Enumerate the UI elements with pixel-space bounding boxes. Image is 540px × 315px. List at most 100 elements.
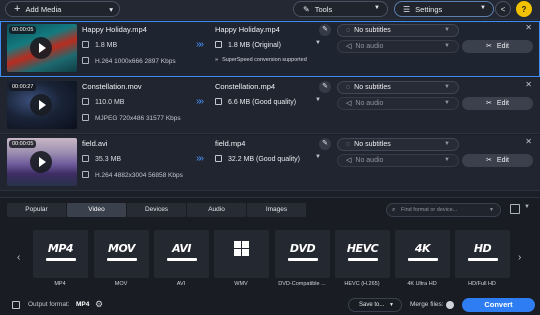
video-icon xyxy=(82,171,89,178)
scissors-icon: ✂ xyxy=(486,100,492,107)
output-size-select[interactable]: 1.8 MB (Original) ▼ xyxy=(215,40,321,49)
convert-button[interactable]: Convert xyxy=(462,298,535,312)
output-format-label: Output format: xyxy=(28,301,70,308)
settings-button[interactable]: ☰ Settings ▼ xyxy=(394,1,494,17)
close-icon[interactable]: ✕ xyxy=(525,80,532,89)
format-tile-wmv[interactable] xyxy=(214,230,269,278)
file-meta: H.264 4882x3004 56858 Kbps xyxy=(82,171,183,179)
merge-files-toggle[interactable] xyxy=(446,301,454,309)
tools-button[interactable]: ✎ Tools ▼ xyxy=(293,1,388,17)
audio-icon: ◁ xyxy=(346,43,352,50)
play-icon[interactable] xyxy=(30,94,52,116)
edit-button[interactable]: ✂ Edit xyxy=(462,97,533,110)
chevron-down-icon: ▼ xyxy=(489,207,494,213)
output-size-select[interactable]: 6.6 MB (Good quality) ▼ xyxy=(215,97,321,106)
format-tile-mp4[interactable]: MP4 xyxy=(33,230,88,278)
subtitles-icon: ◌ xyxy=(346,27,351,34)
tab-video[interactable]: Video xyxy=(67,203,126,217)
subtitles-select[interactable]: ◌ No subtitles ▼ xyxy=(337,138,459,151)
mov-logo-icon: MOV xyxy=(108,242,135,255)
save-to-button[interactable]: Save to... ▼ xyxy=(348,298,402,312)
close-icon[interactable]: ✕ xyxy=(525,137,532,146)
audio-select[interactable]: ◁ No audio ▼ xyxy=(337,154,459,167)
avi-logo-icon: AVI xyxy=(172,242,191,255)
arrows-icon: »» xyxy=(196,153,204,164)
file-name: field.avi xyxy=(82,139,108,148)
tab-images[interactable]: Images xyxy=(247,203,306,217)
format-tile-avi[interactable]: AVI xyxy=(154,230,209,278)
footer-bar: Output format: MP4 ⚙ Save to... ▼ Merge … xyxy=(0,297,540,315)
output-size-select[interactable]: 32.2 MB (Good quality) ▼ xyxy=(215,154,321,163)
file-name: Constellation.mov xyxy=(82,82,142,91)
pencil-icon[interactable]: ✎ xyxy=(319,24,331,36)
top-toolbar: + Add Media ▾ ✎ Tools ▼ ☰ Settings ▼ < ? xyxy=(0,0,540,20)
file-row[interactable]: 00:00:05 Happy Holiday.mp4 1.8 MB H.264 … xyxy=(0,21,540,77)
file-icon xyxy=(82,98,89,105)
video-thumbnail[interactable]: 00:00:05 xyxy=(7,24,77,72)
file-meta: H.264 1000x666 2897 Kbps xyxy=(82,57,176,65)
chevron-down-icon: ▼ xyxy=(480,5,486,11)
file-row[interactable]: 00:00:27 Constellation.mov 110.0 MB MJPE… xyxy=(0,78,540,134)
close-icon[interactable]: ✕ xyxy=(525,23,532,32)
duration-badge: 00:00:27 xyxy=(9,83,37,91)
format-tile-dvd[interactable]: DVD xyxy=(275,230,330,278)
duration-badge: 00:00:05 xyxy=(9,140,37,148)
format-tile-hevc[interactable]: HEVC xyxy=(335,230,390,278)
format-tile-mov[interactable]: MOV xyxy=(94,230,149,278)
audio-icon: ◁ xyxy=(346,100,352,107)
settings-label: Settings xyxy=(415,4,443,14)
output-format-icon xyxy=(12,301,20,309)
scroll-right-icon[interactable]: › xyxy=(518,252,521,263)
audio-icon: ◁ xyxy=(346,157,352,164)
search-icon: ⌕ xyxy=(392,207,396,213)
pencil-icon[interactable]: ✎ xyxy=(319,81,331,93)
file-icon xyxy=(82,41,89,48)
tools-icon: ✎ xyxy=(303,4,310,14)
play-icon[interactable] xyxy=(30,151,52,173)
chevron-down-icon[interactable]: ▼ xyxy=(524,204,530,210)
panel-view-icon[interactable] xyxy=(510,204,520,214)
output-name[interactable]: Constellation.mp4 xyxy=(215,82,275,91)
format-tile-4k[interactable]: 4K xyxy=(395,230,450,278)
find-format-input[interactable]: ⌕ Find format or device... ▼ xyxy=(386,203,501,217)
tab-audio[interactable]: Audio xyxy=(187,203,246,217)
play-icon[interactable] xyxy=(30,37,52,59)
share-button[interactable]: < xyxy=(495,1,511,17)
chevron-down-icon: ▼ xyxy=(444,43,450,49)
file-name: Happy Holiday.mp4 xyxy=(82,25,147,34)
help-button[interactable]: ? xyxy=(516,1,532,17)
output-name[interactable]: field.mp4 xyxy=(215,139,245,148)
video-thumbnail[interactable]: 00:00:05 xyxy=(7,138,77,186)
tab-devices[interactable]: Devices xyxy=(127,203,186,217)
hd-logo-icon: HD xyxy=(473,242,492,255)
format-tile-hd[interactable]: HD xyxy=(455,230,510,278)
4k-logo-icon: 4K xyxy=(414,242,431,255)
video-icon xyxy=(82,114,89,121)
chevron-down-icon: ▾ xyxy=(109,5,113,14)
format-tabs: Popular Video Devices Audio Images xyxy=(7,203,307,217)
output-name[interactable]: Happy Holiday.mp4 xyxy=(215,25,280,34)
output-format-value: MP4 xyxy=(76,301,90,308)
audio-select[interactable]: ◁ No audio ▼ xyxy=(337,40,459,53)
chevron-down-icon: ▼ xyxy=(389,302,394,308)
chevron-down-icon: ▼ xyxy=(444,157,450,163)
edit-button[interactable]: ✂ Edit xyxy=(462,40,533,53)
gear-icon[interactable]: ⚙ xyxy=(95,299,103,310)
subtitles-select[interactable]: ◌ No subtitles ▼ xyxy=(337,24,459,37)
pencil-icon[interactable]: ✎ xyxy=(319,138,331,150)
scroll-left-icon[interactable]: ‹ xyxy=(17,252,20,263)
audio-select[interactable]: ◁ No audio ▼ xyxy=(337,97,459,110)
chevron-down-icon: ▼ xyxy=(444,27,450,33)
subtitles-select[interactable]: ◌ No subtitles ▼ xyxy=(337,81,459,94)
edit-button[interactable]: ✂ Edit xyxy=(462,154,533,167)
chevron-down-icon: ▼ xyxy=(374,5,380,11)
video-thumbnail[interactable]: 00:00:27 xyxy=(7,81,77,129)
file-icon xyxy=(215,98,222,105)
tab-popular[interactable]: Popular xyxy=(7,203,66,217)
chevron-down-icon: ▼ xyxy=(444,84,450,90)
chevron-down-icon: ▼ xyxy=(444,141,450,147)
chevron-down-icon: ▼ xyxy=(315,97,321,103)
file-row[interactable]: 00:00:05 field.avi 35.3 MB H.264 4882x30… xyxy=(0,135,540,191)
tools-label: Tools xyxy=(314,4,333,14)
add-media-button[interactable]: + Add Media ▾ xyxy=(5,1,120,17)
